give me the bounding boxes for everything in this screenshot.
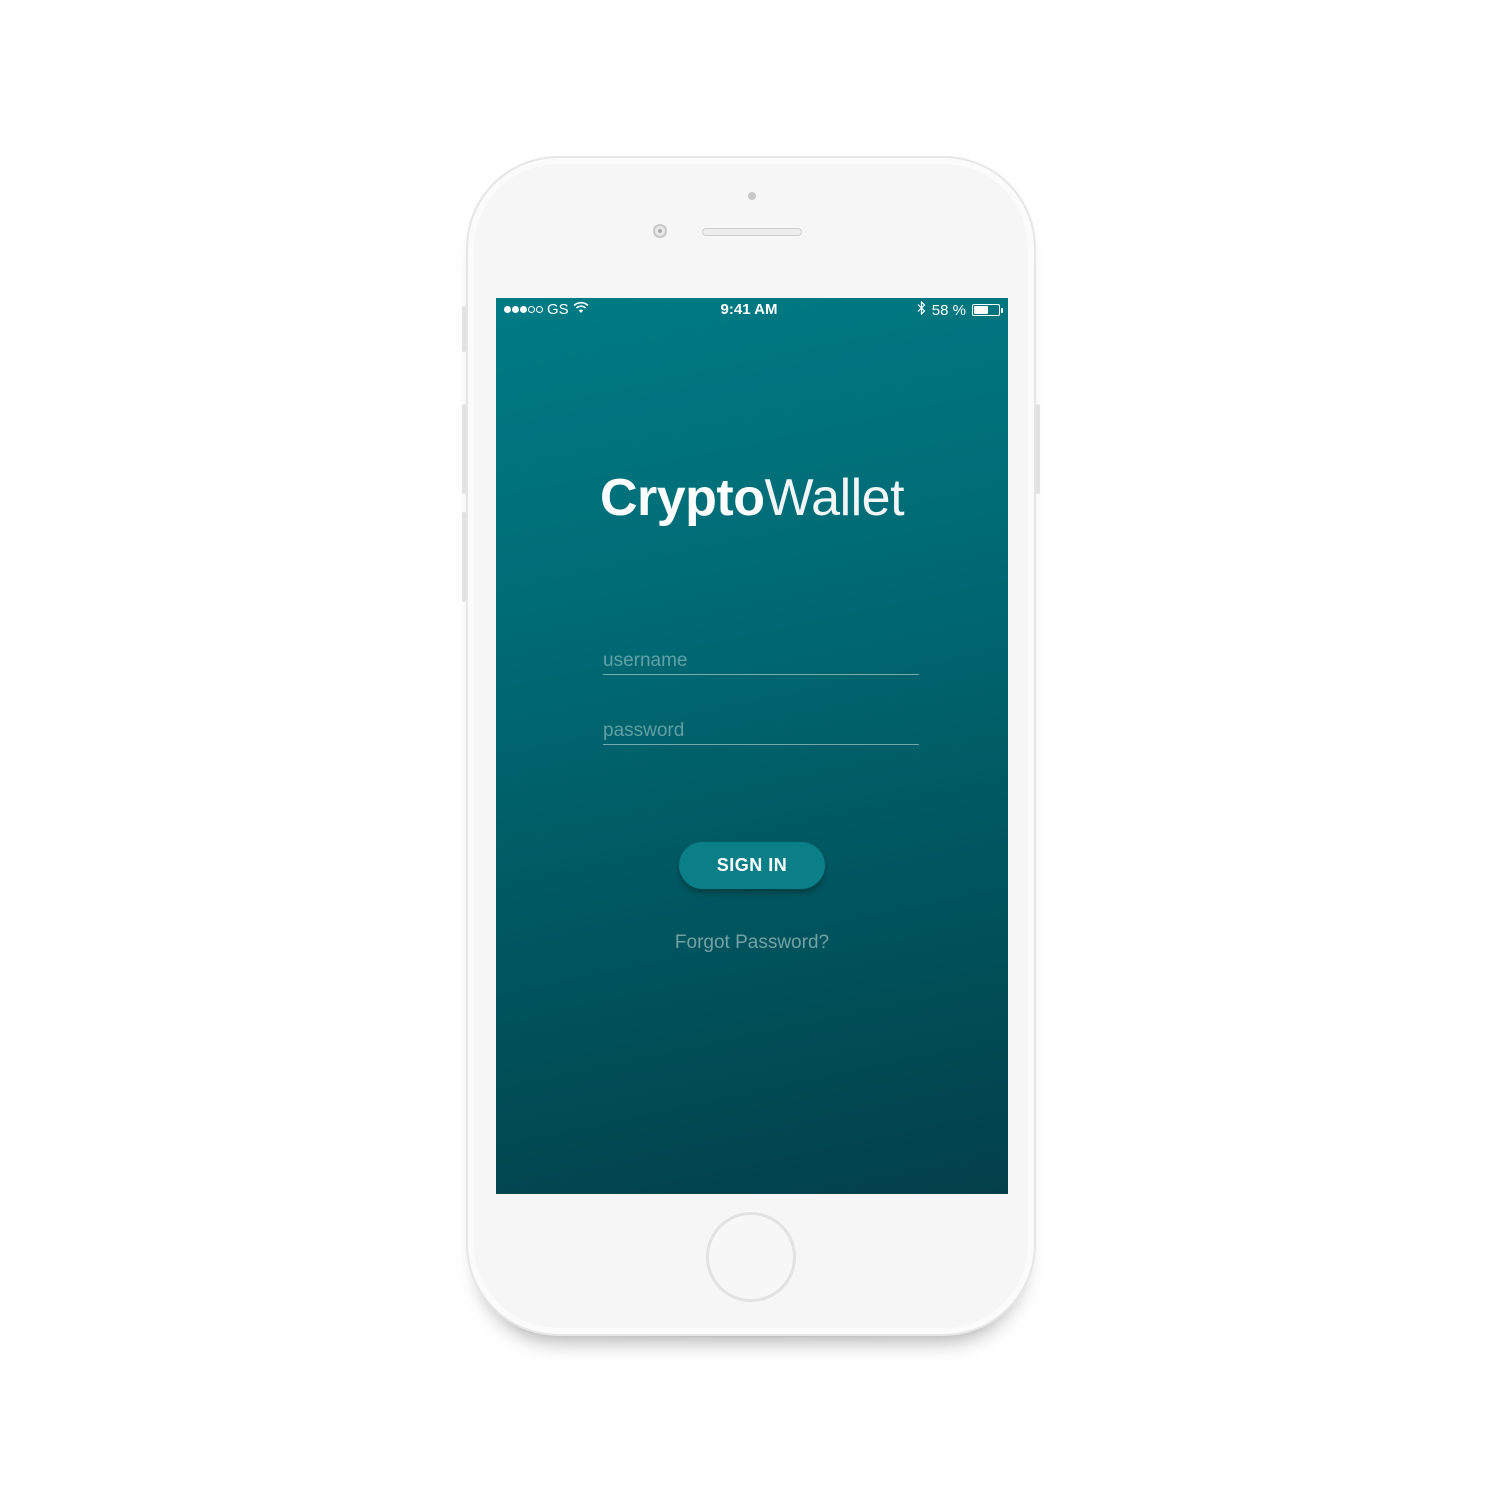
stage: GS 9:41 AM 58 % CryptoWallet username SI… — [0, 0, 1500, 1500]
username-field[interactable] — [603, 640, 919, 675]
volume-up-button — [462, 404, 466, 494]
mute-switch — [462, 306, 466, 352]
proximity-sensor — [748, 192, 756, 200]
volume-down-button — [462, 512, 466, 602]
battery-level — [974, 306, 988, 314]
app-logo: CryptoWallet — [496, 468, 1008, 528]
battery-percent: 58 % — [931, 301, 966, 319]
earpiece-speaker — [702, 228, 802, 236]
bluetooth-icon — [917, 300, 926, 319]
status-right: 58 % — [917, 300, 1003, 319]
username-input[interactable] — [603, 650, 919, 672]
logo-bold-text: Crypto — [599, 469, 765, 527]
login-screen: GS 9:41 AM 58 % CryptoWallet username SI… — [496, 298, 1008, 1194]
forgot-password-link[interactable]: Forgot Password? — [496, 932, 1008, 954]
power-button — [1036, 404, 1040, 494]
battery-icon — [972, 304, 1003, 316]
sign-in-button[interactable]: SIGN IN — [679, 842, 825, 889]
home-button[interactable] — [706, 1212, 796, 1302]
logo-light-text: Wallet — [764, 469, 905, 527]
status-bar: GS 9:41 AM 58 % — [496, 298, 1008, 322]
front-camera-icon — [653, 224, 667, 238]
password-field[interactable] — [603, 710, 919, 745]
password-input[interactable] — [603, 720, 919, 742]
